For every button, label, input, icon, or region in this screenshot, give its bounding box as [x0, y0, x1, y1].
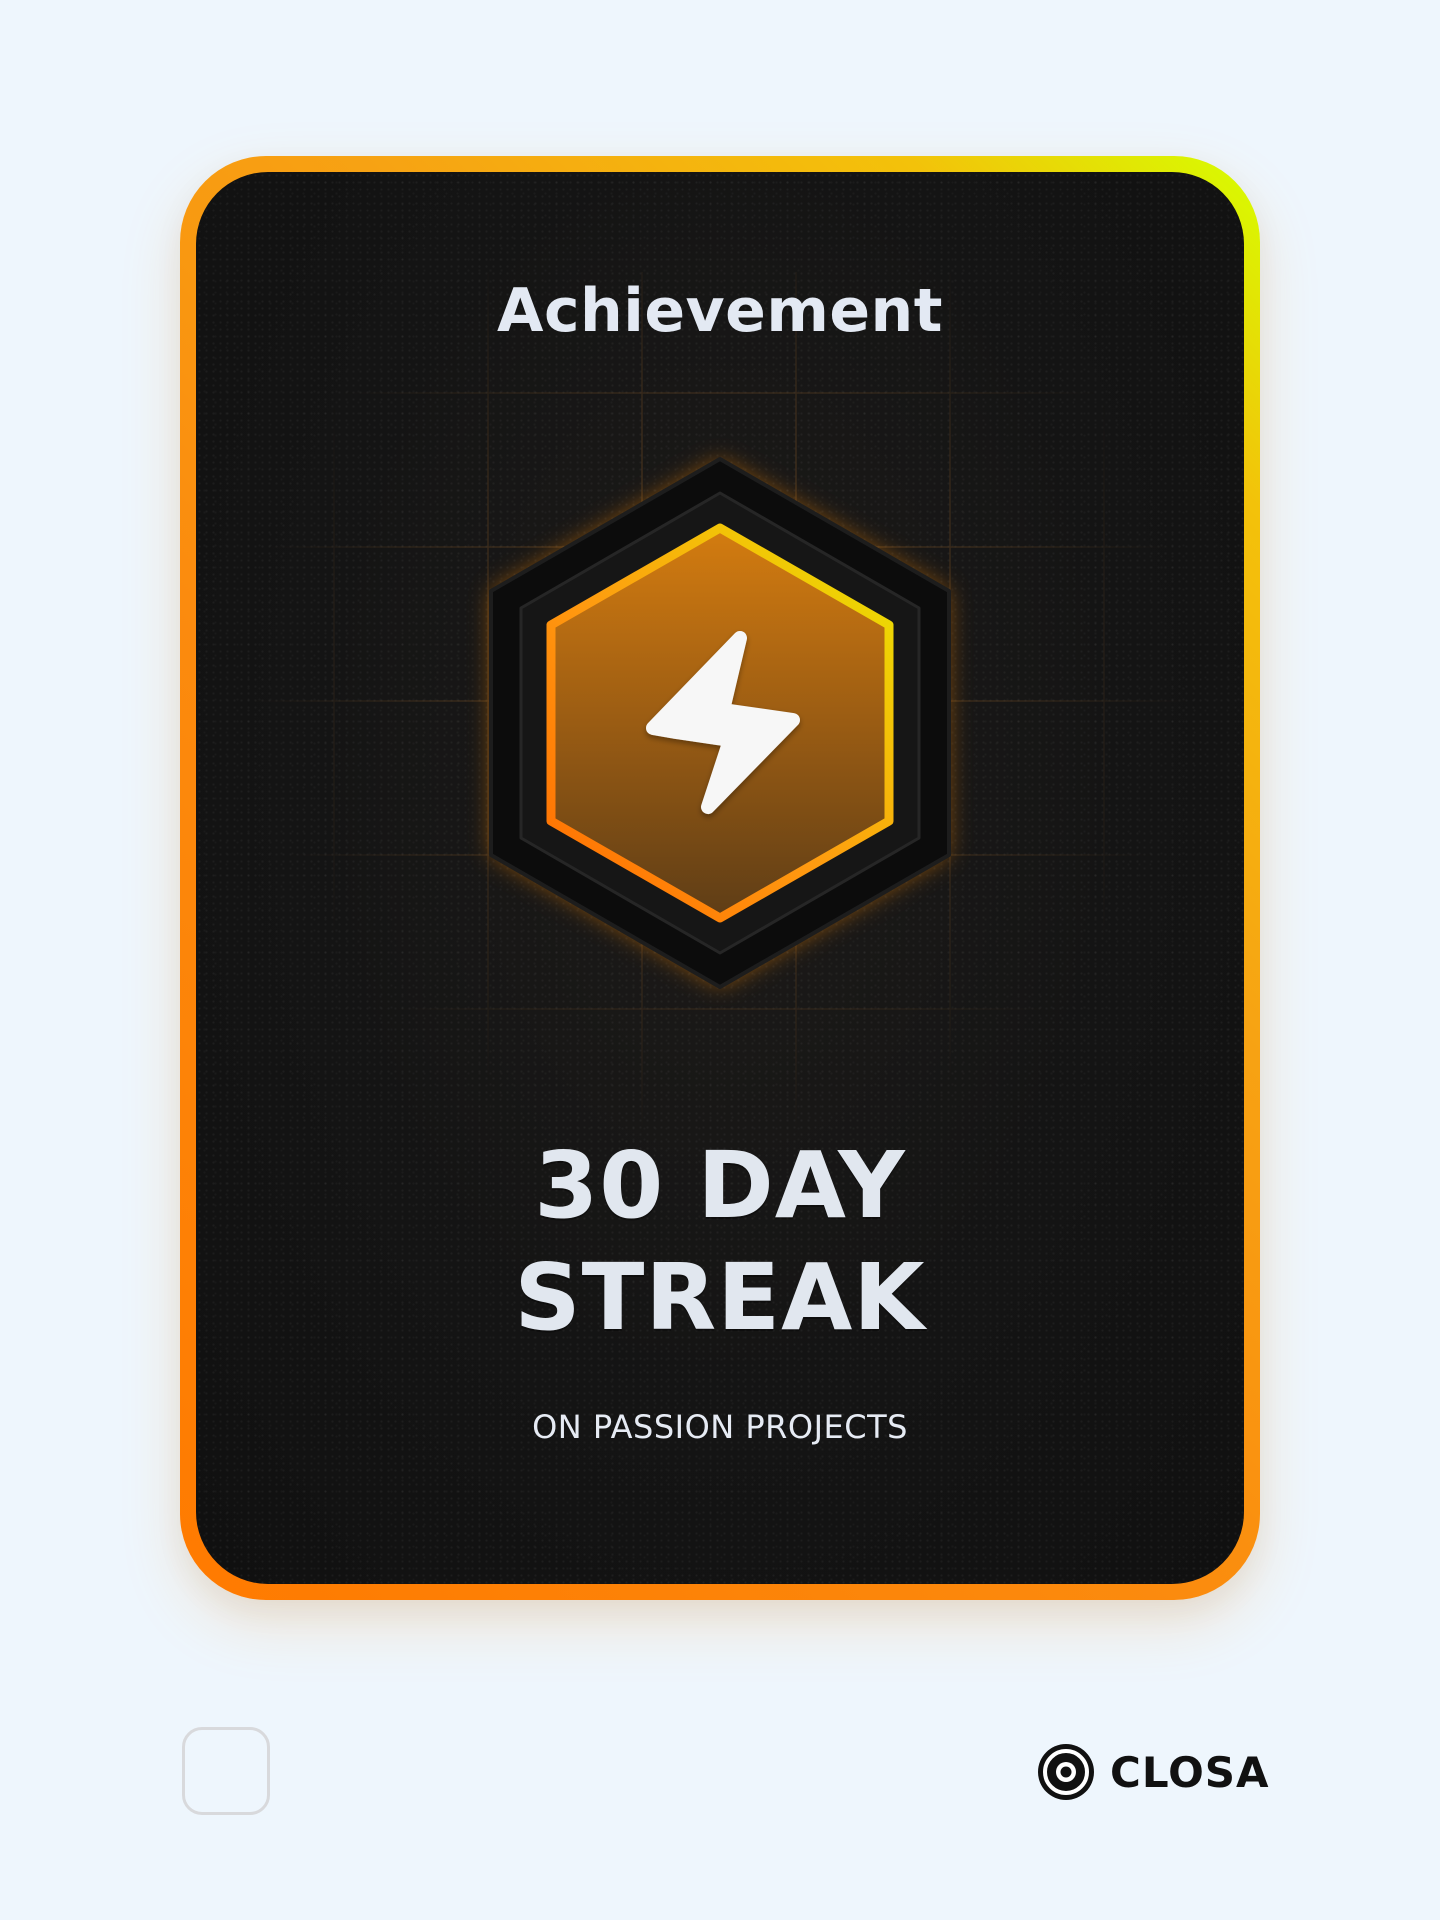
closa-logo-icon [1038, 1744, 1094, 1800]
achievement-badge [489, 457, 951, 989]
select-checkbox[interactable] [182, 1727, 270, 1815]
streak-subtitle: ON PASSION PROJECTS [532, 1408, 908, 1446]
headline-line-1: 30 DAY [534, 1132, 906, 1239]
streak-headline: 30 DAY STREAK [196, 1130, 1244, 1354]
achievement-card-inner: Achievement 30 DAY STREAK ON PASSION PRO… [196, 172, 1244, 1584]
brand-mark: CLOSA [1036, 1742, 1270, 1802]
headline-line-2: STREAK [514, 1244, 926, 1351]
achievement-card: Achievement 30 DAY STREAK ON PASSION PRO… [180, 156, 1260, 1600]
brand-name: CLOSA [1110, 1747, 1270, 1797]
card-title: Achievement [497, 276, 943, 346]
